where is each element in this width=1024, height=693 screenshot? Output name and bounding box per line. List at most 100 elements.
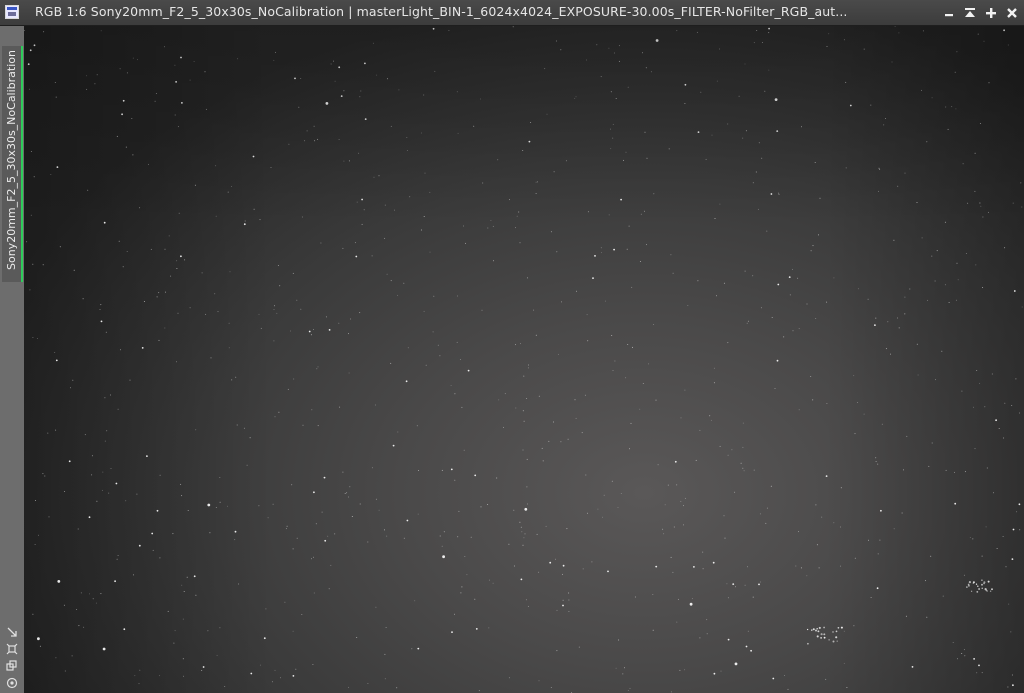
star bbox=[29, 88, 30, 90]
star bbox=[719, 445, 721, 447]
star bbox=[217, 311, 219, 313]
star bbox=[602, 516, 603, 518]
star bbox=[231, 186, 233, 187]
star bbox=[252, 155, 255, 158]
star bbox=[443, 531, 445, 533]
maximize-icon[interactable] bbox=[983, 5, 999, 21]
star bbox=[155, 93, 157, 94]
star bbox=[835, 636, 838, 639]
star bbox=[747, 630, 749, 632]
star bbox=[295, 668, 297, 670]
star bbox=[182, 658, 184, 660]
star bbox=[1020, 182, 1022, 184]
star bbox=[945, 106, 947, 108]
view-tab[interactable]: Sony20mm_F2_5_30x30s_NoCalibration bbox=[2, 46, 23, 282]
star bbox=[734, 662, 738, 666]
star bbox=[916, 343, 918, 345]
star bbox=[979, 382, 981, 384]
star bbox=[215, 165, 217, 167]
star bbox=[275, 51, 276, 53]
star bbox=[581, 432, 583, 434]
star bbox=[164, 248, 166, 250]
star bbox=[991, 588, 993, 591]
star bbox=[518, 211, 520, 213]
star bbox=[845, 167, 847, 169]
star bbox=[184, 259, 186, 261]
star bbox=[756, 30, 758, 31]
star bbox=[457, 295, 458, 297]
star bbox=[525, 599, 527, 601]
star bbox=[323, 476, 326, 479]
star bbox=[674, 460, 677, 463]
star bbox=[807, 642, 809, 645]
star bbox=[374, 404, 376, 406]
star bbox=[1003, 29, 1005, 32]
star bbox=[798, 531, 799, 533]
clone-icon[interactable] bbox=[6, 657, 18, 671]
close-icon[interactable] bbox=[1004, 5, 1020, 21]
star bbox=[246, 464, 248, 466]
star bbox=[375, 498, 377, 500]
star bbox=[59, 246, 61, 248]
star bbox=[727, 597, 729, 599]
drag-icon[interactable] bbox=[6, 623, 18, 637]
fit-icon[interactable] bbox=[6, 640, 18, 655]
star bbox=[716, 295, 717, 297]
star bbox=[180, 255, 182, 258]
star bbox=[870, 597, 872, 598]
star bbox=[384, 529, 385, 531]
star bbox=[952, 642, 954, 643]
star bbox=[800, 567, 802, 569]
star bbox=[385, 627, 387, 628]
star bbox=[788, 276, 791, 278]
star bbox=[201, 272, 203, 274]
star bbox=[926, 141, 928, 143]
star bbox=[653, 324, 655, 325]
star bbox=[64, 670, 66, 672]
star bbox=[604, 300, 606, 302]
star bbox=[752, 596, 754, 598]
star bbox=[555, 558, 556, 560]
minimize-icon[interactable] bbox=[941, 5, 957, 21]
star bbox=[843, 662, 845, 664]
star bbox=[556, 251, 558, 253]
view-tab-label: Sony20mm_F2_5_30x30s_NoCalibration bbox=[5, 50, 18, 270]
star bbox=[553, 171, 555, 173]
star bbox=[372, 42, 374, 44]
star bbox=[244, 220, 246, 222]
star bbox=[761, 42, 763, 43]
star bbox=[538, 395, 540, 397]
target-icon[interactable] bbox=[6, 674, 18, 689]
shade-icon[interactable] bbox=[962, 5, 978, 21]
star bbox=[535, 181, 537, 183]
star bbox=[34, 544, 36, 545]
star bbox=[816, 544, 818, 546]
star bbox=[684, 103, 686, 104]
star bbox=[629, 448, 630, 450]
star bbox=[716, 80, 718, 82]
star bbox=[164, 327, 166, 329]
star bbox=[313, 556, 314, 558]
image-window-icon[interactable] bbox=[5, 5, 19, 19]
star bbox=[981, 672, 983, 674]
star bbox=[524, 533, 526, 535]
star bbox=[519, 521, 521, 523]
star bbox=[461, 406, 463, 408]
star bbox=[883, 124, 885, 126]
star bbox=[627, 86, 629, 88]
star bbox=[414, 600, 416, 602]
star bbox=[516, 215, 518, 217]
image-window: RGB 1:6 Sony20mm_F2_5_30x30s_NoCalibrati… bbox=[0, 0, 1024, 693]
star bbox=[407, 347, 409, 349]
star bbox=[667, 484, 669, 486]
star bbox=[216, 654, 218, 656]
star bbox=[931, 255, 933, 257]
star-field-image[interactable] bbox=[24, 26, 1024, 693]
star bbox=[371, 255, 373, 257]
star bbox=[527, 503, 528, 505]
star bbox=[273, 340, 275, 342]
star bbox=[390, 125, 392, 127]
star bbox=[944, 284, 946, 286]
star bbox=[976, 672, 978, 674]
title-bar[interactable]: RGB 1:6 Sony20mm_F2_5_30x30s_NoCalibrati… bbox=[0, 0, 1024, 26]
